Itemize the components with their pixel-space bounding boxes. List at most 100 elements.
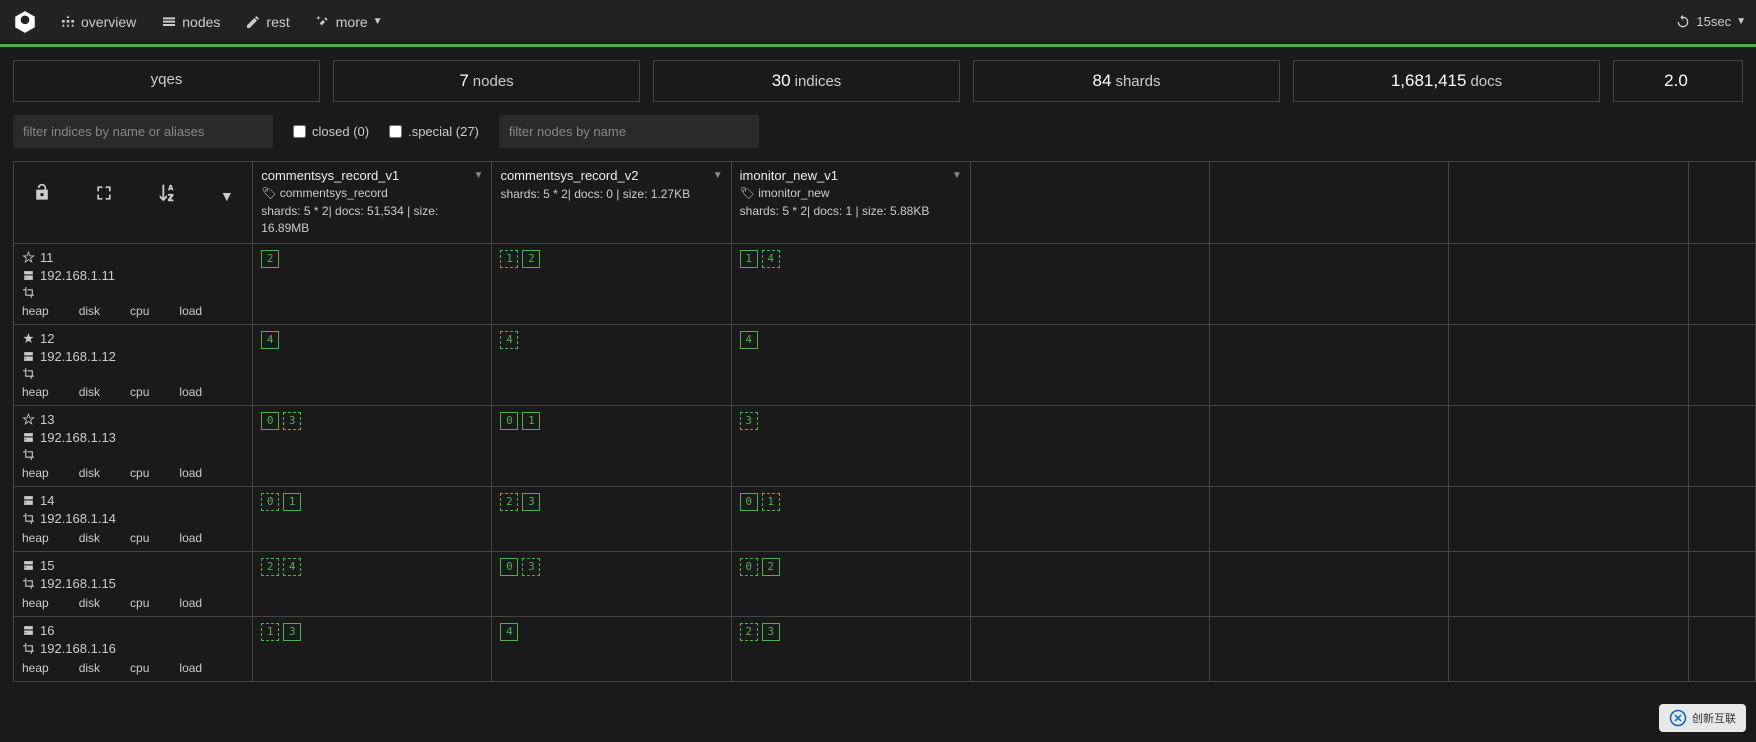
node-stat-label: heap: [22, 531, 49, 545]
shard-badge[interactable]: 4: [283, 558, 301, 576]
shard-badge[interactable]: 4: [500, 331, 518, 349]
node-ip: 192.168.1.12: [40, 349, 116, 364]
nodes-filter-input[interactable]: [499, 115, 759, 148]
node-stat-label: heap: [22, 596, 49, 610]
index-header-1[interactable]: commentsys_record_v2 shards: 5 * 2| docs…: [492, 162, 731, 244]
sort-az-icon[interactable]: [156, 182, 178, 209]
shard-badge[interactable]: 0: [740, 493, 758, 511]
index-header-empty: [1210, 162, 1449, 244]
node-row: 13192.168.1.13heapdiskcpuload03013: [14, 405, 1756, 486]
filter-row: closed (0) .special (27): [0, 115, 1756, 161]
shard-badge[interactable]: 1: [522, 412, 540, 430]
shard-badge[interactable]: 3: [522, 493, 540, 511]
shard-badge[interactable]: 2: [261, 558, 279, 576]
edit-icon: [245, 14, 261, 30]
index-menu-icon[interactable]: ▼: [952, 170, 962, 181]
nav-nodes[interactable]: nodes: [161, 14, 220, 30]
shard-badge[interactable]: 1: [261, 623, 279, 641]
node-info-cell[interactable]: 14192.168.1.14heapdiskcpuload: [14, 486, 253, 551]
closed-filter[interactable]: closed (0): [293, 124, 369, 139]
shard-badge[interactable]: 1: [500, 250, 518, 268]
shard-badge[interactable]: 2: [522, 250, 540, 268]
closed-checkbox[interactable]: [293, 125, 306, 138]
node-info-cell[interactable]: 13192.168.1.13heapdiskcpuload: [14, 405, 253, 486]
shard-badge[interactable]: 4: [500, 623, 518, 641]
shard-badge[interactable]: 1: [740, 250, 758, 268]
empty-cell: [1449, 243, 1688, 324]
node-row: 16192.168.1.16heapdiskcpuload13423: [14, 616, 1756, 681]
shard-badge[interactable]: 0: [261, 412, 279, 430]
shard-badge[interactable]: 2: [261, 250, 279, 268]
shard-cell: 24: [253, 551, 492, 616]
stats-row: yqes 7nodes 30indices 84shards 1,681,415…: [0, 47, 1756, 115]
shard-cell: 14: [731, 243, 970, 324]
shard-badge[interactable]: 3: [283, 623, 301, 641]
index-header-2[interactable]: imonitor_new_v1 🏷 imonitor_new shards: 5…: [731, 162, 970, 244]
empty-cell: [1688, 324, 1755, 405]
lock-icon[interactable]: [32, 183, 52, 208]
shard-badge[interactable]: 0: [500, 412, 518, 430]
disk-icon: [22, 350, 35, 363]
shards-stat-card[interactable]: 84shards: [973, 60, 1280, 102]
shard-badge[interactable]: 3: [740, 412, 758, 430]
nav-overview[interactable]: overview: [60, 14, 136, 30]
node-stat-label: load: [179, 385, 202, 399]
shard-cell: 13: [253, 616, 492, 681]
special-filter[interactable]: .special (27): [389, 124, 479, 139]
node-name: 15: [40, 558, 54, 573]
node-stat-label: cpu: [130, 596, 149, 610]
shard-badge[interactable]: 0: [740, 558, 758, 576]
star-icon: [22, 413, 35, 426]
shard-badge[interactable]: 0: [500, 558, 518, 576]
empty-cell: [1449, 324, 1688, 405]
shard-badge[interactable]: 2: [500, 493, 518, 511]
shard-badge[interactable]: 1: [283, 493, 301, 511]
nodes-stat-card[interactable]: 7nodes: [333, 60, 640, 102]
node-info-cell[interactable]: 12192.168.1.12heapdiskcpuload: [14, 324, 253, 405]
crop-icon: [22, 642, 35, 655]
empty-cell: [1449, 405, 1688, 486]
shard-badge[interactable]: 3: [762, 623, 780, 641]
shard-badge[interactable]: 1: [762, 493, 780, 511]
shard-badge[interactable]: 2: [762, 558, 780, 576]
node-info-cell[interactable]: 15192.168.1.15heapdiskcpuload: [14, 551, 253, 616]
index-menu-icon[interactable]: ▼: [474, 170, 484, 181]
magic-icon: [315, 14, 331, 30]
shard-badge[interactable]: 4: [261, 331, 279, 349]
node-ip: 192.168.1.16: [40, 641, 116, 656]
size-stat-card[interactable]: 2.0: [1613, 60, 1743, 102]
index-header-0[interactable]: commentsys_record_v1 🏷 commentsys_record…: [253, 162, 492, 244]
shard-badge[interactable]: 0: [261, 493, 279, 511]
node-stat-label: disk: [79, 596, 100, 610]
docs-stat-card[interactable]: 1,681,415docs: [1293, 60, 1600, 102]
empty-cell: [970, 486, 1209, 551]
special-checkbox[interactable]: [389, 125, 402, 138]
node-stat-label: disk: [79, 531, 100, 545]
list-icon: [161, 14, 177, 30]
empty-cell: [1449, 551, 1688, 616]
shard-cell: 4: [492, 324, 731, 405]
shard-badge[interactable]: 3: [283, 412, 301, 430]
empty-cell: [1210, 616, 1449, 681]
shard-cell: 23: [731, 616, 970, 681]
empty-cell: [1688, 405, 1755, 486]
refresh-control[interactable]: 15sec ▼: [1675, 14, 1746, 30]
node-info-cell[interactable]: 11192.168.1.11heapdiskcpuload: [14, 243, 253, 324]
node-info-cell[interactable]: 16192.168.1.16heapdiskcpuload: [14, 616, 253, 681]
index-menu-icon[interactable]: ▼: [713, 170, 723, 181]
indices-stat-card[interactable]: 30indices: [653, 60, 960, 102]
nav-rest[interactable]: rest: [245, 14, 289, 30]
empty-cell: [1688, 243, 1755, 324]
shard-badge[interactable]: 4: [762, 250, 780, 268]
cluster-name-card[interactable]: yqes: [13, 60, 320, 102]
chevron-down-icon[interactable]: ▼: [220, 188, 234, 204]
shard-badge[interactable]: 4: [740, 331, 758, 349]
nav-more[interactable]: more ▼: [315, 14, 383, 30]
shard-badge[interactable]: 2: [740, 623, 758, 641]
shard-badge[interactable]: 3: [522, 558, 540, 576]
shards-count: 84: [1093, 71, 1112, 90]
node-row: 12192.168.1.12heapdiskcpuload 4 4 4: [14, 324, 1756, 405]
indices-filter-input[interactable]: [13, 115, 273, 148]
app-logo[interactable]: [10, 7, 40, 37]
expand-icon[interactable]: [94, 183, 114, 208]
